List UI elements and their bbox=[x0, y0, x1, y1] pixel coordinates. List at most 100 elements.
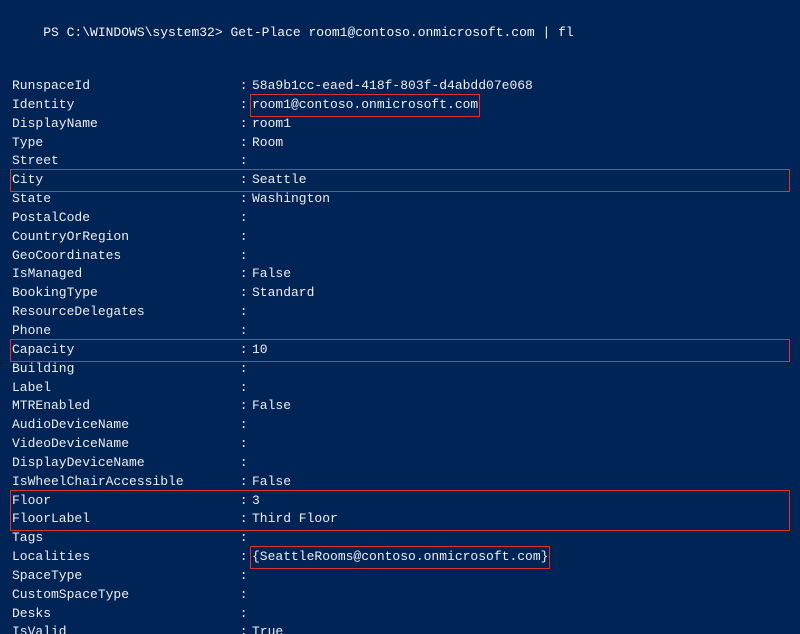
prop-value: False bbox=[252, 397, 291, 416]
prop-row-displayname: DisplayName : room1 bbox=[12, 115, 788, 134]
prop-value: True bbox=[252, 623, 283, 634]
prop-sep: : bbox=[232, 379, 252, 398]
prop-name: ResourceDelegates bbox=[12, 303, 232, 322]
prop-name: Tags bbox=[12, 529, 232, 548]
prop-sep: : bbox=[232, 605, 252, 624]
prop-name: BookingType bbox=[12, 284, 232, 303]
prop-sep: : bbox=[232, 228, 252, 247]
command-line: PS C:\WINDOWS\system32> Get-Place room1@… bbox=[12, 10, 788, 55]
prop-row-runspaceid: RunspaceId : 58a9b1cc-eaed-418f-803f-d4a… bbox=[12, 77, 788, 96]
properties-container: RunspaceId : 58a9b1cc-eaed-418f-803f-d4a… bbox=[12, 77, 788, 634]
prop-row-ismanaged: IsManaged : False bbox=[12, 265, 788, 284]
prop-name: IsWheelChairAccessible bbox=[12, 473, 232, 492]
prop-name: State bbox=[12, 190, 232, 209]
prop-row-videodevicename: VideoDeviceName : bbox=[12, 435, 788, 454]
prop-name: MTREnabled bbox=[12, 397, 232, 416]
prop-value: Room bbox=[252, 134, 283, 153]
prop-row-localities: Localities : {SeattleRooms@contoso.onmic… bbox=[12, 548, 788, 567]
prop-row-bookingtype: BookingType : Standard bbox=[12, 284, 788, 303]
prop-value: room1@contoso.onmicrosoft.com bbox=[252, 96, 478, 115]
prop-name: FloorLabel bbox=[12, 510, 232, 529]
prop-row-label: Label : bbox=[12, 379, 788, 398]
prop-value: False bbox=[252, 473, 291, 492]
prop-row-iswheelchairaccessible: IsWheelChairAccessible : False bbox=[12, 473, 788, 492]
prop-row-postalcode: PostalCode : bbox=[12, 209, 788, 228]
prop-row-countryorregion: CountryOrRegion : bbox=[12, 228, 788, 247]
prop-sep: : bbox=[232, 529, 252, 548]
prop-row-floor: Floor : 3 bbox=[12, 492, 788, 511]
prop-sep: : bbox=[232, 623, 252, 634]
prop-name: AudioDeviceName bbox=[12, 416, 232, 435]
prop-sep: : bbox=[232, 567, 252, 586]
prop-name: DisplayName bbox=[12, 115, 232, 134]
prop-value: Seattle bbox=[252, 171, 307, 190]
prop-value: Standard bbox=[252, 284, 314, 303]
prop-value: 10 bbox=[252, 341, 268, 360]
prop-sep: : bbox=[232, 586, 252, 605]
prop-sep: : bbox=[232, 247, 252, 266]
prop-sep: : bbox=[232, 397, 252, 416]
prop-name: Phone bbox=[12, 322, 232, 341]
prop-row-type: Type : Room bbox=[12, 134, 788, 153]
prop-name: SpaceType bbox=[12, 567, 232, 586]
prop-name: Desks bbox=[12, 605, 232, 624]
prop-sep: : bbox=[232, 171, 252, 190]
prop-sep: : bbox=[232, 416, 252, 435]
prop-row-city: City : Seattle bbox=[12, 171, 788, 190]
prop-row-customspacetype: CustomSpaceType : bbox=[12, 586, 788, 605]
prop-sep: : bbox=[232, 322, 252, 341]
prop-name: DisplayDeviceName bbox=[12, 454, 232, 473]
prop-sep: : bbox=[232, 77, 252, 96]
prop-value: Third Floor bbox=[252, 510, 338, 529]
prop-sep: : bbox=[232, 152, 252, 171]
prop-row-phone: Phone : bbox=[12, 322, 788, 341]
prop-sep: : bbox=[232, 284, 252, 303]
prop-sep: : bbox=[232, 548, 252, 567]
prop-name: IsValid bbox=[12, 623, 232, 634]
prop-row-state: State : Washington bbox=[12, 190, 788, 209]
prop-value: 58a9b1cc-eaed-418f-803f-d4abdd07e068 bbox=[252, 77, 533, 96]
prop-row-floorlabel: FloorLabel : Third Floor bbox=[12, 510, 788, 529]
prop-row-tags: Tags : bbox=[12, 529, 788, 548]
prop-value: room1 bbox=[252, 115, 291, 134]
prop-row-building: Building : bbox=[12, 360, 788, 379]
terminal-window: PS C:\WINDOWS\system32> Get-Place room1@… bbox=[0, 0, 800, 634]
prop-value: Washington bbox=[252, 190, 330, 209]
prop-row-identity: Identity : room1@contoso.onmicrosoft.com bbox=[12, 96, 788, 115]
prop-sep: : bbox=[232, 435, 252, 454]
floor-highlight-box: Floor : 3FloorLabel : Third Floor bbox=[12, 492, 788, 530]
prop-sep: : bbox=[232, 96, 252, 115]
prop-sep: : bbox=[232, 473, 252, 492]
command-text: Get-Place room1@contoso.onmicrosoft.com … bbox=[223, 25, 574, 40]
prop-name: CustomSpaceType bbox=[12, 586, 232, 605]
prop-row-displaydevicename: DisplayDeviceName : bbox=[12, 454, 788, 473]
prop-name: PostalCode bbox=[12, 209, 232, 228]
prop-sep: : bbox=[232, 134, 252, 153]
prop-sep: : bbox=[232, 492, 252, 511]
prop-name: Identity bbox=[12, 96, 232, 115]
prop-sep: : bbox=[232, 209, 252, 228]
prop-name: Capacity bbox=[12, 341, 232, 360]
prop-value: 3 bbox=[252, 492, 260, 511]
prop-name: IsManaged bbox=[12, 265, 232, 284]
prop-sep: : bbox=[232, 190, 252, 209]
prop-row-desks: Desks : bbox=[12, 605, 788, 624]
prop-name: Floor bbox=[12, 492, 232, 511]
prop-name: Street bbox=[12, 152, 232, 171]
prop-name: Building bbox=[12, 360, 232, 379]
prop-row-audiodevicename: AudioDeviceName : bbox=[12, 416, 788, 435]
prop-name: CountryOrRegion bbox=[12, 228, 232, 247]
prop-row-geocoordinates: GeoCoordinates : bbox=[12, 247, 788, 266]
prop-sep: : bbox=[232, 454, 252, 473]
prompt: PS C:\WINDOWS\system32> bbox=[43, 25, 222, 40]
prop-row-resourcedelegates: ResourceDelegates : bbox=[12, 303, 788, 322]
prop-name: VideoDeviceName bbox=[12, 435, 232, 454]
prop-name: GeoCoordinates bbox=[12, 247, 232, 266]
prop-row-capacity: Capacity : 10 bbox=[12, 341, 788, 360]
prop-value: False bbox=[252, 265, 291, 284]
prop-sep: : bbox=[232, 303, 252, 322]
prop-name: RunspaceId bbox=[12, 77, 232, 96]
prop-row-isvalid: IsValid : True bbox=[12, 623, 788, 634]
prop-sep: : bbox=[232, 115, 252, 134]
prop-value: {SeattleRooms@contoso.onmicrosoft.com} bbox=[252, 548, 548, 567]
